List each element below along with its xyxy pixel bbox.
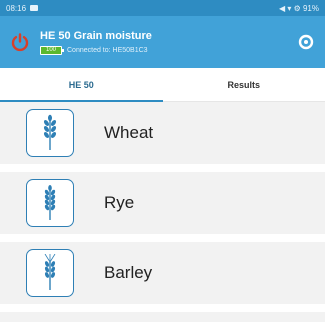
app-bar: HE 50 Grain moisture 100 Connected to: H… [0,16,325,68]
power-button[interactable] [6,28,34,56]
rye-icon [26,179,74,227]
status-indicators: ◀ ▾ ⚙ 91% [278,3,319,13]
settings-button[interactable] [297,33,315,51]
list-item-barley[interactable]: Barley [0,242,325,312]
battery-indicator: 100 [40,45,64,55]
connection-status: Connected to: HE50B1C3 [67,46,148,54]
grain-label-barley: Barley [104,263,153,282]
power-icon [11,33,29,52]
list-item-wheat[interactable]: Wheat [0,102,325,172]
status-right: ◀ ▾ ⚙ 91% [279,4,319,13]
active-tab-indicator [0,100,163,102]
status-time: 08:16 [6,3,27,13]
status-bar: 08:16 ◀ ▾ ⚙ 91% [0,0,325,16]
status-left: 08:16 [6,3,39,13]
gear-icon [298,34,314,50]
notification-icon [30,5,39,11]
grain-label-rye: Rye [104,193,135,212]
tab-he50[interactable]: HE 50 [0,68,163,101]
barley-icon [26,249,74,297]
list-item-rye[interactable]: Rye [0,172,325,242]
tab-bar: HE 50 Results [0,68,325,102]
battery-label: 100 [45,47,56,53]
grain-list: Wheat Rye Barley [0,102,325,322]
tab-results[interactable]: Results [163,68,325,101]
title-block: HE 50 Grain moisture 100 Connected to: H… [40,30,152,55]
app-title: HE 50 Grain moisture [40,29,152,42]
wheat-icon [26,109,74,157]
connection-row: 100 Connected to: HE50B1C3 [40,45,152,55]
grain-label-wheat: Wheat [104,123,154,142]
